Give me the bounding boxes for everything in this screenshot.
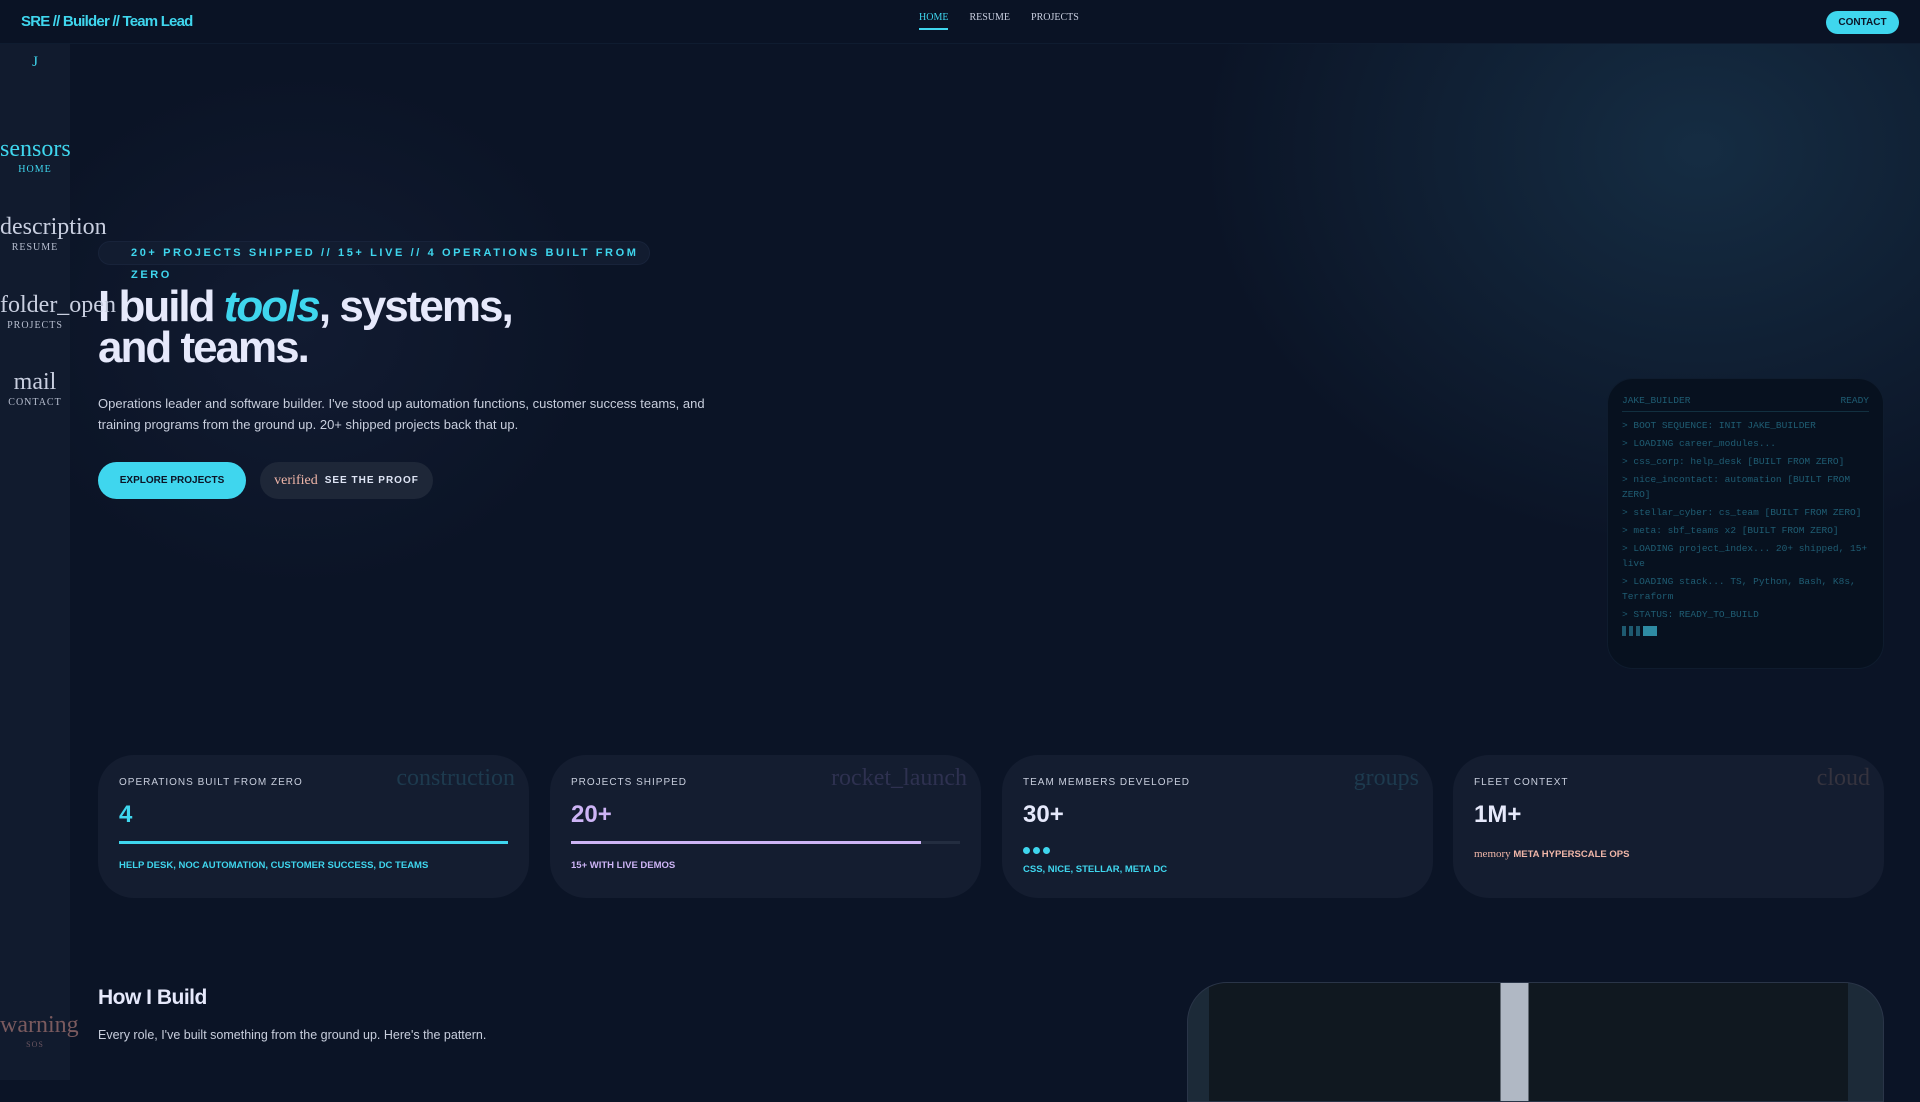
stat-title: OPERATIONS BUILT FROM ZERO bbox=[119, 777, 303, 788]
rocket-launch-icon: rocket_launch bbox=[831, 765, 967, 791]
sidebar: J sensors HOME description RESUME folder_o… bbox=[0, 44, 116, 1080]
terminal-line: > BOOT SEQUENCE: INIT JAKE_BUILDER bbox=[1622, 420, 1816, 431]
terminal-line: > LOADING stack... TS, Python, Bash, K8s… bbox=[1622, 576, 1856, 602]
team-dots bbox=[1023, 847, 1050, 854]
stat-card-fleet: FLEET CONTEXT cloud 1M+ memory META HYPE… bbox=[1453, 755, 1884, 898]
sidebar-label: RESUME bbox=[11, 242, 59, 253]
nav-links: HOME RESUME PROJECTS bbox=[919, 12, 1079, 30]
terminal-line: > stellar_cyber: cs_team [BUILT FROM ZER… bbox=[1622, 507, 1862, 518]
sidebar-label: CONTACT bbox=[8, 397, 62, 408]
groups-icon: groups bbox=[1353, 765, 1419, 791]
stat-progress bbox=[119, 841, 508, 844]
sidebar-label: PROJECTS bbox=[7, 320, 63, 331]
terminal-status: READY bbox=[1840, 395, 1869, 406]
stat-card-operations: OPERATIONS BUILT FROM ZERO construction … bbox=[98, 755, 529, 898]
sidebar-label: SOS bbox=[26, 1040, 44, 1049]
terminal-line: > LOADING project_index... 20+ shipped, … bbox=[1622, 543, 1868, 569]
stat-value: 1M+ bbox=[1474, 801, 1522, 828]
terminal-panel: JAKE_BUILDER READY > BOOT SEQUENCE: INIT … bbox=[1607, 378, 1884, 669]
stat-sub: 15+ WITH LIVE DEMOS bbox=[571, 860, 676, 871]
cloud-icon: cloud bbox=[1816, 765, 1870, 791]
stat-card-projects: PROJECTS SHIPPED rocket_launch 20+ 15+ W… bbox=[550, 755, 981, 898]
stat-value: 20+ bbox=[571, 801, 612, 828]
terminal-line: > nice_incontact: automation [BUILT FROM… bbox=[1622, 474, 1851, 500]
stat-value: 30+ bbox=[1023, 801, 1064, 828]
stat-value: 4 bbox=[119, 801, 133, 828]
stat-progress bbox=[571, 841, 960, 844]
see-proof-button[interactable]: verified SEE THE PROOF bbox=[260, 462, 433, 499]
how-i-build-heading: How I Build bbox=[98, 986, 207, 1009]
stat-title: TEAM MEMBERS DEVELOPED bbox=[1023, 777, 1191, 788]
sidebar-item-sos[interactable]: warning SOS bbox=[0, 1012, 79, 1049]
hero-description: Operations leader and software builder. … bbox=[98, 396, 705, 432]
sensors-icon: sensors bbox=[0, 136, 71, 162]
sidebar-item-projects[interactable]: folder_open PROJECTS bbox=[0, 292, 116, 331]
how-i-build-subtitle: Every role, I've built something from th… bbox=[98, 1028, 487, 1042]
verified-icon: verified bbox=[274, 472, 318, 488]
datacenter-image bbox=[1187, 982, 1884, 1102]
explore-projects-button[interactable]: EXPLORE PROJECTS bbox=[98, 462, 246, 499]
construction-icon: construction bbox=[396, 765, 515, 791]
hero-badge: 20+ PROJECTS SHIPPED // 15+ LIVE // 4 OP… bbox=[98, 241, 650, 281]
terminal-line: > LOADING career_modules... bbox=[1622, 438, 1776, 449]
top-nav: SRE // Builder // Team Lead HOME RESUME … bbox=[0, 0, 1920, 44]
mail-icon: mail bbox=[13, 369, 57, 395]
stat-title: PROJECTS SHIPPED bbox=[571, 777, 688, 788]
title-part: , systems, bbox=[318, 282, 514, 331]
terminal-line: > STATUS: READY_TO_BUILD bbox=[1622, 609, 1759, 620]
stat-sub: META HYPERSCALE OPS bbox=[1513, 849, 1630, 860]
terminal-line: > css_corp: help_desk [BUILT FROM ZERO] bbox=[1622, 456, 1845, 467]
nav-home[interactable]: HOME bbox=[919, 12, 949, 30]
sidebar-label: HOME bbox=[18, 164, 52, 175]
nav-resume[interactable]: RESUME bbox=[969, 12, 1010, 30]
contact-button[interactable]: CONTACT bbox=[1826, 11, 1899, 34]
terminal-title: JAKE_BUILDER bbox=[1622, 395, 1691, 406]
description-icon: description bbox=[0, 214, 107, 240]
logo-letter: J bbox=[32, 54, 38, 70]
sidebar-item-resume[interactable]: description RESUME bbox=[0, 214, 107, 253]
title-part: and teams. bbox=[98, 323, 310, 372]
folder-open-icon: folder_open bbox=[0, 292, 116, 318]
nav-projects[interactable]: PROJECTS bbox=[1031, 12, 1079, 30]
loading-bars bbox=[1622, 626, 1869, 636]
sidebar-item-home[interactable]: sensors HOME bbox=[0, 136, 71, 175]
stat-card-team: TEAM MEMBERS DEVELOPED groups 30+ CSS, N… bbox=[1002, 755, 1433, 898]
button-label: SEE THE PROOF bbox=[324, 475, 419, 486]
brand-title[interactable]: SRE // Builder // Team Lead bbox=[21, 13, 193, 30]
terminal-line: > meta: sbf_teams x2 [BUILT FROM ZERO] bbox=[1622, 525, 1839, 536]
stat-title: FLEET CONTEXT bbox=[1474, 777, 1569, 788]
stat-sub: CSS, NICE, STELLAR, META DC bbox=[1023, 864, 1168, 875]
hero-title: I build tools, systems, and teams. bbox=[98, 285, 514, 370]
memory-icon: memory bbox=[1474, 848, 1511, 860]
sidebar-logo[interactable]: J bbox=[0, 49, 70, 75]
warning-icon: warning bbox=[0, 1012, 79, 1038]
stat-sub: HELP DESK, NOC AUTOMATION, CUSTOMER SUCC… bbox=[119, 860, 429, 871]
sidebar-item-contact[interactable]: mail CONTACT bbox=[0, 369, 70, 408]
